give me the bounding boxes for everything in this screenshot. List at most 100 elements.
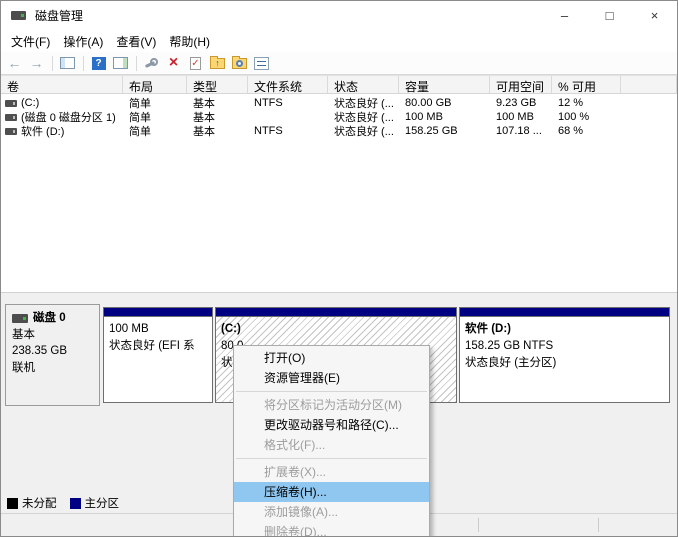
- volume-pct-free: 68 %: [558, 125, 584, 137]
- partition-status: 状态良好 (主分区): [465, 357, 557, 369]
- disk-status: 联机: [12, 361, 35, 374]
- menu-file[interactable]: 文件(F): [9, 31, 52, 52]
- volume-capacity: 80.00 GB: [405, 97, 452, 109]
- unallocated-swatch-icon: [7, 497, 18, 509]
- menu-item-mark-active: 将分区标记为活动分区(M): [264, 398, 402, 412]
- toolbar-separator: [83, 55, 84, 71]
- help-button[interactable]: ?: [88, 54, 109, 73]
- menu-item-delete-volume: 删除卷(D)...: [264, 525, 327, 537]
- search-folder-button[interactable]: [229, 54, 250, 73]
- column-header-layout[interactable]: 布局: [123, 76, 187, 93]
- disk-drive-icon: [11, 11, 26, 20]
- minimize-button[interactable]: –: [542, 1, 587, 30]
- menu-item-format: 格式化(F)...: [264, 438, 326, 452]
- volume-pct-free: 12 %: [558, 97, 584, 109]
- menu-action[interactable]: 操作(A): [61, 31, 105, 52]
- folder-up-icon: ↑: [210, 55, 225, 69]
- partition-d[interactable]: 软件 (D:) 158.25 GB NTFS 状态良好 (主分区): [459, 307, 670, 403]
- console-tree-icon: [60, 57, 75, 69]
- volume-fs: NTFS: [254, 97, 283, 109]
- volume-name: 软件 (D:): [21, 126, 65, 138]
- volume-icon: [5, 99, 17, 107]
- disk-0-info-panel[interactable]: 磁盘 0 基本 238.35 GB 联机: [5, 304, 100, 406]
- volume-type: 基本: [193, 126, 215, 138]
- column-header-type[interactable]: 类型: [187, 76, 248, 93]
- volume-free: 9.23 GB: [496, 97, 537, 109]
- properties-check-icon: ✓: [190, 56, 201, 70]
- window-controls: – □ ×: [542, 1, 677, 30]
- legend-unallocated: 未分配: [7, 495, 57, 511]
- column-header-capacity[interactable]: 容量: [399, 76, 490, 93]
- volume-status: 状态良好 (...: [334, 126, 394, 138]
- menu-bar: 文件(F) 操作(A) 查看(V) 帮助(H): [1, 30, 677, 52]
- table-row-d[interactable]: 软件 (D:) 简单 基本 NTFS 状态良好 (... 158.25 GB 1…: [1, 124, 677, 138]
- delete-icon: ×: [168, 54, 179, 71]
- legend: 未分配 主分区: [7, 495, 119, 511]
- help-icon: ?: [91, 56, 106, 70]
- menu-item-change-drive-letter[interactable]: 更改驱动器号和路径(C)...: [234, 415, 429, 435]
- menu-separator: [236, 458, 427, 459]
- partition-color-band: [104, 308, 212, 317]
- legend-label: 主分区: [84, 498, 120, 510]
- partition-size: 158.25 GB NTFS: [465, 340, 554, 352]
- action-pane-icon: [113, 57, 128, 69]
- primary-partition-swatch-icon: [69, 497, 81, 509]
- close-button[interactable]: ×: [632, 1, 677, 30]
- disk-name: 磁盘 0: [33, 312, 66, 324]
- table-row-efi[interactable]: (磁盘 0 磁盘分区 1) 简单 基本 状态良好 (... 100 MB 100…: [1, 110, 677, 124]
- column-header-pct-free[interactable]: % 可用: [552, 76, 621, 93]
- menu-item-add-mirror: 添加镜像(A)...: [264, 505, 338, 519]
- properties-button[interactable]: ✓: [185, 54, 206, 73]
- volume-list: (C:) 简单 基本 NTFS 状态良好 (... 80.00 GB 9.23 …: [1, 94, 677, 293]
- table-row-c[interactable]: (C:) 简单 基本 NTFS 状态良好 (... 80.00 GB 9.23 …: [1, 96, 677, 110]
- volume-name: (C:): [21, 97, 40, 109]
- volume-layout: 简单: [129, 126, 151, 138]
- status-bar-divider: [478, 518, 479, 532]
- folder-search-icon: [232, 55, 247, 69]
- open-folder-button[interactable]: ↑: [207, 54, 228, 73]
- menu-item-explorer[interactable]: 资源管理器(E): [234, 368, 429, 388]
- show-action-pane-button[interactable]: [110, 54, 131, 73]
- partition-name: 软件 (D:): [465, 323, 511, 335]
- back-button[interactable]: ←: [4, 54, 25, 73]
- menu-view[interactable]: 查看(V): [114, 31, 158, 52]
- partition-color-band: [216, 308, 456, 317]
- volume-icon: [5, 127, 17, 135]
- volume-free: 107.18 ...: [496, 125, 542, 137]
- disk-size: 238.35 GB: [12, 345, 67, 357]
- window-title: 磁盘管理: [35, 9, 84, 23]
- menu-item-open[interactable]: 打开(O): [234, 348, 429, 368]
- view-options-icon: [254, 56, 269, 70]
- menu-separator: [236, 391, 427, 392]
- tools-button[interactable]: [141, 54, 162, 73]
- disk-management-window: 磁盘管理 – □ × 文件(F) 操作(A) 查看(V) 帮助(H) ← → ?…: [0, 0, 678, 537]
- forward-button[interactable]: →: [26, 54, 47, 73]
- partition-size: 100 MB: [109, 323, 149, 335]
- back-icon: ←: [7, 55, 22, 71]
- partition-color-band: [460, 308, 669, 317]
- partition-name: (C:): [221, 323, 241, 335]
- partition-context-menu: 打开(O) 资源管理器(E) 将分区标记为活动分区(M) 更改驱动器号和路径(C…: [233, 345, 430, 537]
- show-console-tree-button[interactable]: [57, 54, 78, 73]
- column-header-volume[interactable]: 卷: [1, 76, 123, 93]
- column-header-status[interactable]: 状态: [328, 76, 399, 93]
- volume-table-header: 卷 布局 类型 文件系统 状态 容量 可用空间 % 可用: [1, 75, 677, 94]
- disk-icon: [12, 313, 28, 323]
- volume-capacity: 158.25 GB: [405, 125, 458, 137]
- volume-pct-free: 100 %: [558, 111, 590, 123]
- column-header-free-space[interactable]: 可用空间: [490, 76, 552, 93]
- maximize-button[interactable]: □: [587, 1, 632, 30]
- volume-free: 100 MB: [496, 111, 534, 123]
- partition-efi[interactable]: 100 MB 状态良好 (EFI 系: [103, 307, 213, 403]
- menu-help[interactable]: 帮助(H): [167, 31, 212, 52]
- legend-label: 未分配: [22, 498, 57, 510]
- delete-volume-button[interactable]: ×: [163, 54, 184, 73]
- toolbar-separator: [52, 55, 53, 71]
- column-header-empty: [621, 76, 677, 93]
- view-options-button[interactable]: [251, 54, 272, 73]
- volume-icon: [5, 113, 17, 121]
- wrench-icon: [144, 56, 159, 70]
- menu-item-extend-volume: 扩展卷(X)...: [264, 465, 326, 479]
- menu-item-shrink-volume[interactable]: 压缩卷(H)...: [234, 482, 429, 502]
- column-header-filesystem[interactable]: 文件系统: [248, 76, 328, 93]
